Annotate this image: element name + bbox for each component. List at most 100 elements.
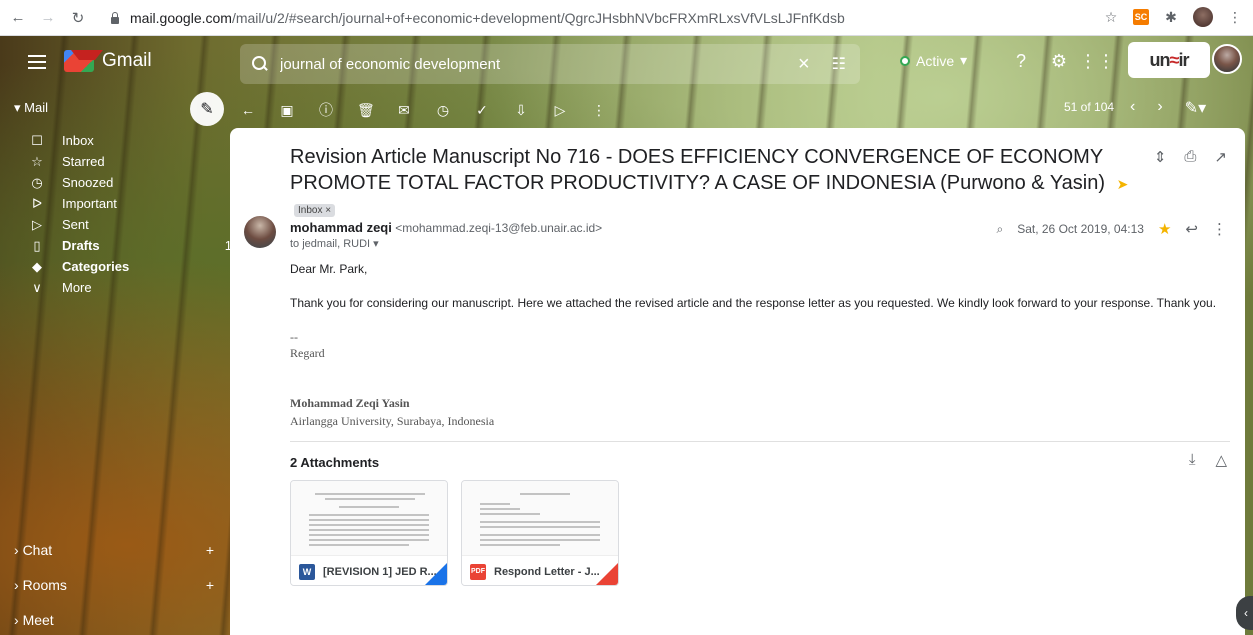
profile-avatar[interactable] — [1193, 7, 1213, 27]
divider — [290, 441, 1230, 442]
file-corner — [425, 563, 447, 585]
important-marker-icon[interactable]: ➤ — [1117, 176, 1129, 192]
file-corner — [596, 563, 618, 585]
inbox-label-chip[interactable]: Inbox × — [294, 204, 336, 217]
thumb-line — [315, 493, 425, 495]
back-icon[interactable]: ← — [10, 9, 26, 26]
side-panel-toggle[interactable]: ‹ — [1236, 596, 1253, 630]
sidebar-item-label: Important — [62, 196, 117, 211]
bookmark-star-icon[interactable]: ☆ — [1101, 7, 1121, 27]
sender-name[interactable]: mohammad zeqi — [290, 220, 392, 235]
thumb-line — [480, 526, 600, 528]
expand-collapse-icon[interactable]: ⇕ — [1154, 148, 1167, 166]
org-logo-left: un — [1149, 49, 1171, 70]
sidebar-section-rooms[interactable]: › Rooms + — [14, 577, 214, 593]
recipients[interactable]: to jedmail, RUDI ▾ — [290, 237, 379, 250]
chevron-down-icon: ▾ — [960, 52, 968, 68]
pagination-nav: ‹ › ✎▾ — [1130, 98, 1206, 118]
search-options-icon[interactable]: ☷ — [832, 54, 846, 74]
url-host: mail.google.com — [130, 10, 232, 26]
snooze-icon[interactable]: ◷ — [435, 102, 451, 119]
input-tools-icon[interactable]: ✎▾ — [1185, 98, 1206, 118]
report-spam-icon[interactable]: ⓘ — [318, 100, 334, 120]
download-all-icon[interactable]: ⤓ — [1189, 451, 1196, 469]
browser-toolbar: ← → ↻ mail.google.com/mail/u/2/#search/j… — [0, 0, 1253, 36]
status-dropdown[interactable]: Active ▾ — [900, 52, 967, 69]
star-icon: ☆ — [31, 153, 43, 169]
kebab-menu-icon[interactable]: ⋮ — [1225, 7, 1245, 27]
message-date: Sat, 26 Oct 2019, 04:13 — [1017, 222, 1144, 236]
mark-unread-icon[interactable]: ✉ — [396, 102, 412, 119]
print-icon[interactable]: ⎙ — [1184, 148, 1196, 166]
save-to-drive-icon[interactable]: △ — [1215, 451, 1227, 469]
delete-icon[interactable]: 🗑 — [357, 102, 375, 119]
apps-grid-icon[interactable]: ⋮⋮ — [1079, 50, 1115, 72]
account-avatar[interactable] — [1212, 44, 1242, 74]
thumb-line — [309, 539, 429, 541]
sidebar-item-label: Inbox — [62, 133, 94, 148]
help-icon[interactable]: ? — [1010, 50, 1032, 72]
pencil-icon: ✎ — [200, 101, 214, 118]
compose-button[interactable]: ✎ — [190, 92, 224, 126]
clear-search-icon[interactable]: × — [798, 53, 810, 76]
sidebar-item-categories[interactable]: ◆ Categories — [28, 256, 218, 277]
next-message-icon[interactable]: › — [1157, 98, 1162, 118]
archive-icon[interactable]: ▣ — [279, 102, 295, 119]
sidebar-item-sent[interactable]: ▷ Sent — [28, 214, 218, 235]
add-room-icon[interactable]: + — [206, 577, 214, 593]
sidebar-item-starred[interactable]: ☆ Starred — [28, 151, 218, 172]
status-dot-icon — [900, 55, 910, 66]
message-body: Thank you for considering our manuscript… — [290, 296, 1217, 310]
subject-line: Revision Article Manuscript No 716 - DOE… — [290, 144, 1130, 224]
chevron-left-icon: ‹ — [1244, 606, 1248, 620]
hamburger-menu-icon[interactable] — [28, 55, 46, 69]
add-task-icon[interactable]: ✓ — [474, 102, 490, 119]
sidebar: ▾ Mail ✎ ☐ Inbox ☆ Starred ◷ Snoozed ᐅ Impor… — [0, 92, 232, 635]
sidebar-item-important[interactable]: ᐅ Important — [28, 193, 218, 214]
address-bar[interactable]: mail.google.com/mail/u/2/#search/journal… — [108, 5, 1068, 31]
subject-text: Revision Article Manuscript No 716 - DOE… — [290, 146, 1106, 194]
move-to-icon[interactable]: ⇩ — [513, 102, 529, 119]
prev-message-icon[interactable]: ‹ — [1130, 98, 1135, 118]
org-logo[interactable]: un ≈ ir — [1128, 42, 1210, 78]
gmail-logo[interactable]: Gmail — [64, 50, 152, 72]
sidebar-section-meet[interactable]: › Meet — [14, 612, 214, 628]
puzzle-icon[interactable]: ✱ — [1161, 7, 1181, 27]
url-path: /mail/u/2/#search/journal+of+economic+de… — [231, 10, 845, 26]
sidebar-item-snoozed[interactable]: ◷ Snoozed — [28, 172, 218, 193]
sidebar-item-label: Starred — [62, 154, 105, 169]
search-icon[interactable] — [252, 56, 268, 72]
sender-avatar[interactable] — [244, 216, 276, 248]
more-options-icon[interactable]: ⋮ — [1212, 220, 1227, 238]
forward-icon[interactable]: → — [40, 9, 56, 26]
meet-label: Meet — [22, 612, 54, 628]
reply-icon[interactable]: ↩ — [1185, 220, 1198, 238]
sender-email: <mohammad.zeqi-13@feb.unair.ac.id> — [395, 221, 603, 235]
extension-sc-icon[interactable]: SC — [1133, 9, 1149, 25]
attachment-card[interactable]: PDF Respond Letter - J... — [461, 480, 619, 586]
add-chat-icon[interactable]: + — [206, 542, 214, 558]
reload-icon[interactable]: ↻ — [70, 9, 86, 27]
attachment-card[interactable]: W [REVISION 1] JED R... — [290, 480, 448, 586]
back-to-list-icon[interactable]: ← — [240, 102, 256, 118]
search-input[interactable] — [280, 55, 798, 73]
org-logo-right: ir — [1178, 49, 1189, 70]
gear-icon[interactable]: ⚙ — [1048, 50, 1070, 72]
sidebar-item-label: Categories — [62, 259, 130, 274]
rooms-label: Rooms — [22, 577, 67, 593]
sidebar-item-drafts[interactable]: ▯ Drafts 1 — [28, 235, 232, 256]
browser-nav: ← → ↻ — [0, 9, 86, 27]
important-icon: ᐅ — [32, 195, 42, 211]
message-panel: Revision Article Manuscript No 716 - DOE… — [230, 128, 1245, 635]
star-icon[interactable]: ★ — [1158, 220, 1171, 238]
sidebar-mail-header[interactable]: ▾ Mail — [14, 100, 48, 116]
attachment-thumbnail — [291, 481, 447, 555]
more-actions-icon[interactable]: ⋮ — [591, 102, 607, 119]
sidebar-section-label: Mail — [24, 100, 48, 115]
sidebar-item-inbox[interactable]: ☐ Inbox — [28, 130, 218, 151]
open-new-window-icon[interactable]: ↗ — [1214, 148, 1227, 166]
sidebar-item-more[interactable]: ∨ More — [28, 277, 218, 298]
label-icon[interactable]: ▷ — [552, 102, 568, 119]
sidebar-section-chat[interactable]: › Chat + — [14, 542, 214, 558]
sidebar-item-label: Sent — [62, 217, 89, 232]
